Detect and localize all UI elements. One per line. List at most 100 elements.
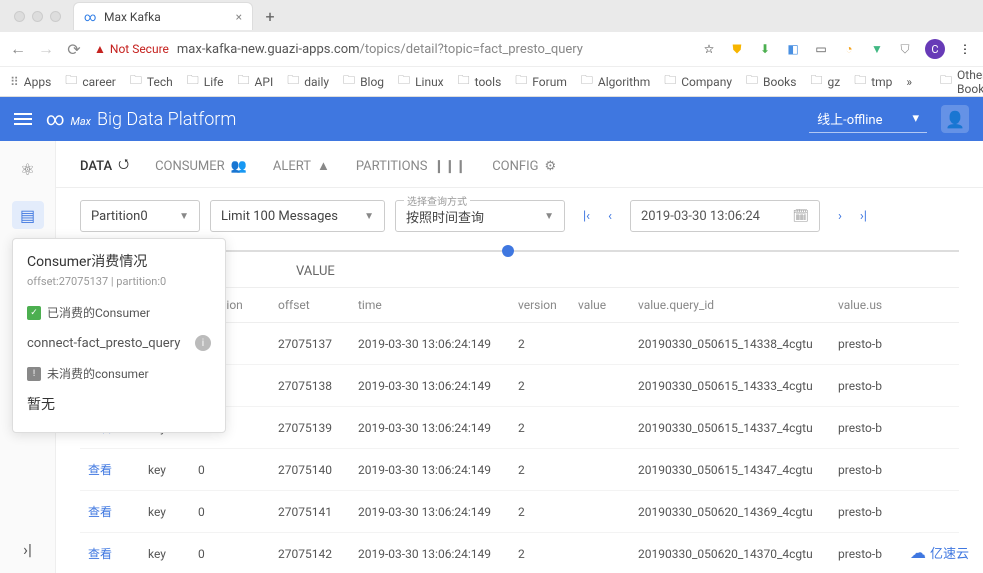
- cell-query-id: 20190330_050615_14347_4cgtu: [630, 449, 830, 491]
- group-icon: 👥: [231, 159, 247, 174]
- cell-offset: 27075141: [270, 491, 350, 533]
- page-title: Big Data Platform: [97, 109, 236, 130]
- check-icon: ✓: [27, 306, 41, 320]
- next-page-button[interactable]: ›: [838, 209, 842, 224]
- consumed-section: ✓ 已消费的Consumer: [27, 298, 211, 327]
- bookmark-folder[interactable]: 🗀Books: [746, 71, 796, 92]
- partition-select[interactable]: Partition0▼: [80, 200, 200, 232]
- address-bar[interactable]: ▲ Not Secure max-kafka-new.guazi-apps.co…: [94, 42, 689, 57]
- cell-time: 2019-03-30 13:06:24:149: [350, 449, 510, 491]
- vue-icon[interactable]: ▼: [869, 41, 885, 57]
- folder-icon: 🗀: [664, 71, 676, 92]
- download-icon[interactable]: ⬇: [757, 41, 773, 57]
- bookmark-folder[interactable]: 🗀API: [238, 71, 274, 92]
- alert-icon: !: [27, 367, 41, 381]
- bookmark-folder[interactable]: 🗀tmp: [854, 71, 892, 92]
- slider-knob[interactable]: [502, 245, 514, 257]
- cell-key: key: [140, 491, 190, 533]
- tab-consumer[interactable]: CONSUMER 👥: [155, 155, 247, 177]
- chevron-down-icon: ▼: [179, 211, 189, 222]
- warning-icon: ▲: [94, 42, 106, 56]
- pager-next: › ›|: [830, 209, 875, 224]
- menu-icon[interactable]: ⋮: [957, 41, 973, 57]
- profile-avatar[interactable]: C: [925, 39, 945, 59]
- close-tab-icon[interactable]: ×: [236, 10, 242, 24]
- back-button[interactable]: ←: [10, 39, 26, 59]
- account-button[interactable]: 👤: [941, 105, 969, 133]
- bookmark-folder[interactable]: 🗀Company: [664, 71, 732, 92]
- window-controls[interactable]: [8, 11, 67, 22]
- cloud-icon: ☁: [910, 543, 926, 562]
- toolbar: Partition0▼ Limit 100 Messages▼ 选择查询方式 按…: [56, 188, 983, 244]
- notif-icon[interactable]: ◔: [841, 41, 857, 57]
- cell-version: 2: [510, 533, 570, 573]
- reload-button[interactable]: ⟳: [66, 40, 82, 59]
- environment-select[interactable]: 线上-offline ▾: [809, 105, 927, 133]
- cell-value-us: presto-b: [830, 491, 959, 533]
- menu-toggle-button[interactable]: [14, 113, 32, 125]
- chevron-down-icon: ▾: [912, 111, 919, 126]
- address-bar-row: ← → ⟳ ▲ Not Secure max-kafka-new.guazi-a…: [0, 32, 983, 66]
- first-page-button[interactable]: |‹: [583, 209, 590, 224]
- clip-icon[interactable]: ◧: [785, 41, 801, 57]
- datetime-input[interactable]: 2019-03-30 13:06:24 🗓: [630, 200, 820, 232]
- box-icon[interactable]: ▭: [813, 41, 829, 57]
- sidebar-item-messages[interactable]: ▤: [12, 201, 44, 229]
- bookmark-folder[interactable]: 🗀Blog: [343, 71, 384, 92]
- consumer-group-row[interactable]: connect-fact_presto_query i: [27, 327, 211, 359]
- chat-icon: ▤: [20, 206, 35, 225]
- bookmark-folder[interactable]: 🗀Algorithm: [581, 71, 650, 92]
- folder-icon: 🗀: [287, 71, 299, 92]
- bookmark-folder[interactable]: 🗀tools: [458, 71, 502, 92]
- close-window-icon[interactable]: [14, 11, 25, 22]
- cell-query-id: 20190330_050620_14370_4cgtu: [630, 533, 830, 573]
- favicon-icon: ∞: [84, 10, 98, 24]
- tab-config[interactable]: CONFIG ⚙: [492, 155, 556, 177]
- sidebar-collapse-button[interactable]: ›|: [23, 540, 32, 559]
- cell-time: 2019-03-30 13:06:24:149: [350, 323, 510, 365]
- query-mode-select[interactable]: 选择查询方式 按照时间查询▼: [395, 200, 565, 232]
- view-link[interactable]: 查看: [80, 449, 140, 491]
- browser-tab[interactable]: ∞ Max Kafka ×: [73, 2, 253, 30]
- bookmark-folder[interactable]: 🗀Forum: [515, 71, 567, 92]
- folder-icon: 🗀: [854, 71, 866, 92]
- bookmark-overflow[interactable]: »: [906, 75, 912, 89]
- cell-partition: 0: [190, 449, 270, 491]
- browser-chrome: ∞ Max Kafka × + ← → ⟳ ▲ Not Secure max-k…: [0, 0, 983, 97]
- other-bookmarks[interactable]: 🗀Other Bookmarks: [940, 68, 983, 96]
- maximize-window-icon[interactable]: [50, 11, 61, 22]
- cell-value: [570, 491, 630, 533]
- bookmark-folder[interactable]: 🗀Life: [187, 71, 224, 92]
- folder-icon: 🗀: [130, 71, 142, 92]
- info-icon[interactable]: i: [195, 335, 211, 351]
- chevron-down-icon: ▼: [544, 211, 554, 222]
- bookmark-folder[interactable]: 🗀career: [65, 71, 116, 92]
- tab-partitions[interactable]: PARTITIONS ❙❙❙: [356, 155, 466, 177]
- new-tab-button[interactable]: +: [259, 5, 281, 27]
- view-link[interactable]: 查看: [80, 533, 140, 573]
- cell-time: 2019-03-30 13:06:24:149: [350, 533, 510, 573]
- star-icon[interactable]: ☆: [701, 41, 717, 57]
- shield-icon[interactable]: ⛊: [729, 41, 745, 57]
- limit-select[interactable]: Limit 100 Messages▼: [210, 200, 385, 232]
- bookmark-folder[interactable]: 🗀Tech: [130, 71, 173, 92]
- tab-data[interactable]: DATA ⭯: [80, 155, 129, 177]
- table-row: 查看key0270751422019-03-30 13:06:24:149220…: [80, 533, 959, 573]
- collapse-icon: ›|: [23, 540, 32, 559]
- apps-shortcut[interactable]: ⠿Apps: [10, 75, 51, 89]
- minimize-window-icon[interactable]: [32, 11, 43, 22]
- bookmark-folder[interactable]: 🗀daily: [287, 71, 329, 92]
- last-page-button[interactable]: ›|: [860, 209, 867, 224]
- apps-icon: ⠿: [10, 75, 19, 89]
- tab-alert[interactable]: ALERT ▲: [273, 155, 330, 177]
- bars-icon: ❙❙❙: [434, 159, 467, 174]
- prev-page-button[interactable]: ‹: [608, 209, 612, 224]
- bookmark-folder[interactable]: 🗀Linux: [398, 71, 444, 92]
- cell-version: 2: [510, 449, 570, 491]
- shield2-icon[interactable]: ⛉: [897, 41, 913, 57]
- bookmark-folder[interactable]: 🗀gz: [810, 71, 840, 92]
- sidebar-item-graph[interactable]: ⚛: [12, 155, 44, 183]
- view-link[interactable]: 查看: [80, 491, 140, 533]
- not-secure-badge[interactable]: ▲ Not Secure: [94, 42, 169, 56]
- cell-value: [570, 323, 630, 365]
